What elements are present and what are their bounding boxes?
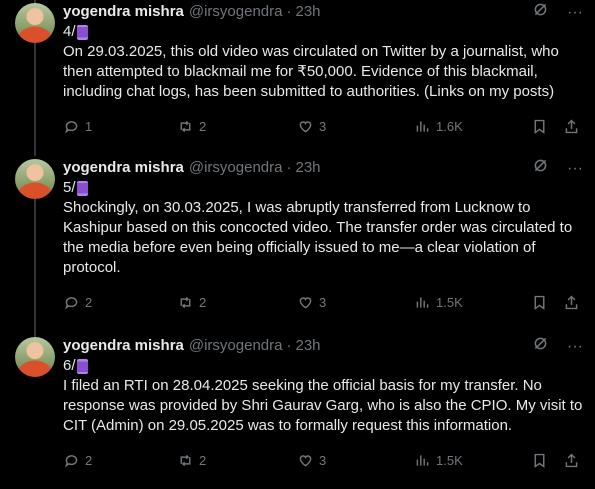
thread-number: 6/ [63,356,88,376]
reply-button[interactable]: 2 [63,452,92,469]
share-icon [565,453,578,467]
share-icon [565,119,578,133]
heart-icon [299,296,312,308]
view-count: 1.5K [436,452,463,468]
tweet-text: Shockingly, on 30.03.2025, I was abruptl… [63,199,573,276]
repost-count: 2 [199,452,207,468]
reply-count: 2 [85,452,93,468]
views-button[interactable]: 1.6K [414,118,463,135]
author-name[interactable]: yogendra mishra [63,337,184,354]
view-count: 1.6K [436,118,463,134]
timestamp[interactable]: 23h [295,337,320,354]
more-icon[interactable]: ··· [567,337,583,357]
tweet[interactable]: yogendra mishra @irsyogendra · 23h ··· 4/ … [0,0,595,156]
tweet[interactable]: yogendra mishra @irsyogendra · 23h ··· 5/ … [0,156,595,322]
reply-icon [65,120,78,133]
grok-icon[interactable] [532,1,549,24]
reply-button[interactable]: 2 [63,294,92,311]
thread-timeline: yogendra mishra @irsyogendra · 23h ··· 4/ … [0,0,595,489]
tweet-text: On 29.03.2025, this old video was circul… [63,43,559,100]
author-name[interactable]: yogendra mishra [63,3,184,20]
views-button[interactable]: 1.5K [414,294,463,311]
repost-icon [180,296,191,308]
avatar[interactable] [15,159,55,199]
thread-number-text: 6/ [63,357,76,374]
tweet-actions: 2 2 3 1.5K [63,292,583,312]
reply-count: 2 [85,294,93,310]
repost-button[interactable]: 2 [177,452,206,469]
views-icon [416,120,429,132]
bookmark-icon [534,119,545,134]
thread-number: 4/ [63,22,88,42]
reply-icon [65,454,78,467]
repost-icon [180,454,191,466]
like-button[interactable]: 3 [297,452,326,469]
bookmark-icon [534,453,545,468]
repost-icon [180,120,191,132]
like-count: 3 [319,294,327,310]
avatar[interactable] [15,3,55,43]
handle-text[interactable]: @irsyogendra [189,3,283,20]
thread-spool-icon [76,180,88,196]
tweet[interactable]: yogendra mishra @irsyogendra · 23h ··· 6/ … [0,334,595,489]
timestamp[interactable]: 23h [295,159,320,176]
grok-icon[interactable] [532,335,549,358]
tweet-header: yogendra mishra @irsyogendra · 23h ··· [63,157,583,177]
thread-number-text: 5/ [63,179,76,196]
author-name[interactable]: yogendra mishra [63,159,184,176]
more-icon[interactable]: ··· [567,159,583,179]
like-button[interactable]: 3 [297,118,326,135]
reply-icon [65,296,78,309]
views-icon [416,454,429,466]
author-handle: @irsyogendra · 23h [188,158,321,176]
tweet-text: I filed an RTI on 28.04.2025 seeking the… [63,377,583,434]
bookmark-button[interactable] [531,294,548,311]
handle-text[interactable]: @irsyogendra [189,337,283,354]
tweet-header: yogendra mishra @irsyogendra · 23h ··· [63,1,583,21]
share-button[interactable] [563,452,580,469]
share-button[interactable] [563,118,580,135]
thread-number-text: 4/ [63,23,76,40]
views-button[interactable]: 1.5K [414,452,463,469]
share-button[interactable] [563,294,580,311]
heart-icon [299,454,312,466]
bookmark-icon [534,295,545,310]
author-handle: @irsyogendra · 23h [188,336,321,354]
repost-count: 2 [199,294,207,310]
repost-button[interactable]: 2 [177,294,206,311]
bookmark-button[interactable] [531,118,548,135]
repost-count: 2 [199,118,207,134]
avatar[interactable] [15,337,55,377]
tweet-header: yogendra mishra @irsyogendra · 23h ··· [63,335,583,355]
timestamp[interactable]: 23h [295,3,320,20]
thread-spool-icon [76,24,88,40]
tweet-actions: 1 2 3 1.6K [63,116,583,136]
more-icon[interactable]: ··· [567,3,583,23]
share-icon [565,295,578,309]
like-count: 3 [319,118,327,134]
reply-count: 1 [85,118,93,134]
author-handle: @irsyogendra · 23h [188,2,321,20]
thread-spool-icon [76,358,88,374]
bookmark-button[interactable] [531,452,548,469]
grok-icon[interactable] [532,157,549,180]
repost-button[interactable]: 2 [177,118,206,135]
like-count: 3 [319,452,327,468]
heart-icon [299,120,312,132]
reply-button[interactable]: 1 [63,118,92,135]
tweet-actions: 2 2 3 1.5K [63,450,583,470]
views-icon [416,296,429,308]
like-button[interactable]: 3 [297,294,326,311]
view-count: 1.5K [436,294,463,310]
handle-text[interactable]: @irsyogendra [189,159,283,176]
thread-number: 5/ [63,178,88,198]
